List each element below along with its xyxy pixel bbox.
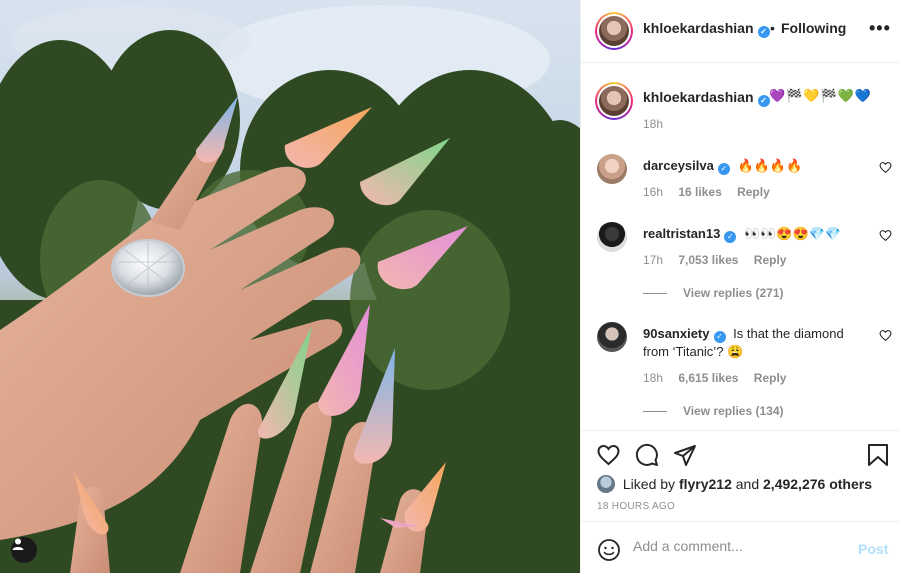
commenter-username[interactable]: darceysilva <box>643 158 714 173</box>
replies-divider <box>643 293 667 295</box>
liked-by-others[interactable]: 2,492,276 others <box>763 476 872 492</box>
emoji-smile-icon[interactable] <box>597 538 621 562</box>
comment-text: 👀👀😍😍💎💎 <box>743 226 842 241</box>
commenter-avatar[interactable] <box>597 154 627 184</box>
more-options-icon[interactable]: ••• <box>869 18 891 39</box>
comment-meta: 18h 6,615 likes Reply <box>643 371 798 385</box>
liked-by-avatar[interactable] <box>597 475 615 493</box>
comment-item: 90sanxiety ✓ Is that the diamond from ‘Ti… <box>581 322 900 422</box>
comment-likes[interactable]: 16 likes <box>678 185 721 199</box>
comment-reply-button[interactable]: Reply <box>737 185 770 199</box>
view-replies-label[interactable]: View replies (134) <box>683 404 784 418</box>
post-timestamp[interactable]: 18 HOURS AGO <box>597 501 675 512</box>
liked-by-prefix: Liked by <box>622 476 676 492</box>
caption-avatar[interactable] <box>595 82 633 120</box>
liked-by-user[interactable]: flyry212 <box>679 476 732 492</box>
view-replies-label[interactable]: View replies (271) <box>683 286 784 300</box>
replies-divider <box>643 411 667 413</box>
bookmark-save-icon[interactable] <box>867 443 889 467</box>
author-username[interactable]: khloekardashian ✓ <box>643 20 770 38</box>
post-photo[interactable] <box>0 0 580 573</box>
comment-bubble-icon[interactable] <box>635 443 659 467</box>
liked-by-joiner: and <box>735 476 760 492</box>
comment-like-heart-icon[interactable] <box>879 161 892 174</box>
comment-body: darceysilva ✓ 🔥🔥🔥🔥 <box>643 157 868 175</box>
post-actions: Liked by flyry212 and 2,492,276 others 1… <box>581 430 900 521</box>
view-replies-button[interactable]: View replies (134) <box>643 404 784 418</box>
caption-time[interactable]: 18h <box>643 117 663 131</box>
commenter-avatar[interactable] <box>597 322 627 352</box>
caption-username-text[interactable]: khloekardashian <box>643 89 754 105</box>
post-side-panel: khloekardashian ✓ • Following ••• khloeka… <box>580 0 900 573</box>
comment-time[interactable]: 18h <box>643 371 663 385</box>
commenter-avatar[interactable] <box>597 222 627 252</box>
author-username-text[interactable]: khloekardashian <box>643 20 754 36</box>
comments-list[interactable]: khloekardashian ✓ 💜🏁💛🏁💚💙 18h darceysilva ✓… <box>581 64 900 430</box>
comment-likes[interactable]: 7,053 likes <box>678 253 738 267</box>
comment-reply-button[interactable]: Reply <box>754 253 787 267</box>
comment-item: realtristan13 ✓ 👀👀😍😍💎💎 17h 7,053 likes Re… <box>581 222 900 302</box>
verified-badge-icon: ✓ <box>717 163 730 175</box>
like-heart-icon[interactable] <box>596 443 621 467</box>
comment-body: realtristan13 ✓ 👀👀😍😍💎💎 <box>643 225 868 243</box>
post-header: khloekardashian ✓ • Following ••• <box>581 0 900 63</box>
comment-meta: 16h 16 likes Reply <box>643 185 782 199</box>
comment-text: 🔥🔥🔥🔥 <box>737 158 803 173</box>
tagged-user-icon[interactable] <box>11 537 37 563</box>
liked-by-summary: Liked by flyry212 and 2,492,276 others <box>597 475 872 493</box>
comment-reply-button[interactable]: Reply <box>754 371 787 385</box>
verified-badge-icon: ✓ <box>757 95 770 107</box>
comment-body: 90sanxiety ✓ Is that the diamond from ‘Ti… <box>643 325 868 361</box>
view-replies-button[interactable]: View replies (271) <box>643 286 784 300</box>
caption-username[interactable]: khloekardashian ✓ <box>643 89 770 107</box>
following-button[interactable]: Following <box>781 20 846 36</box>
author-avatar[interactable] <box>595 12 633 50</box>
verified-badge-icon: ✓ <box>713 331 726 343</box>
comment-time[interactable]: 16h <box>643 185 663 199</box>
add-comment-input[interactable] <box>633 538 843 554</box>
comment-like-heart-icon[interactable] <box>879 229 892 242</box>
share-send-icon[interactable] <box>673 443 697 467</box>
comment-like-heart-icon[interactable] <box>879 329 892 342</box>
comment-item: darceysilva ✓ 🔥🔥🔥🔥 16h 16 likes Reply <box>581 154 900 204</box>
comment-likes[interactable]: 6,615 likes <box>678 371 738 385</box>
comment-time[interactable]: 17h <box>643 253 663 267</box>
comment-meta: 17h 7,053 likes Reply <box>643 253 798 267</box>
add-comment-bar: Post <box>581 521 900 573</box>
header-separator: • <box>770 20 775 36</box>
post-comment-button[interactable]: Post <box>858 541 888 557</box>
verified-badge-icon: ✓ <box>724 231 737 243</box>
photo-illustration <box>0 5 580 573</box>
verified-badge-icon: ✓ <box>757 26 770 38</box>
commenter-username[interactable]: realtristan13 <box>643 226 720 241</box>
caption-text: 💜🏁💛🏁💚💙 <box>769 88 873 103</box>
commenter-username[interactable]: 90sanxiety <box>643 326 710 341</box>
